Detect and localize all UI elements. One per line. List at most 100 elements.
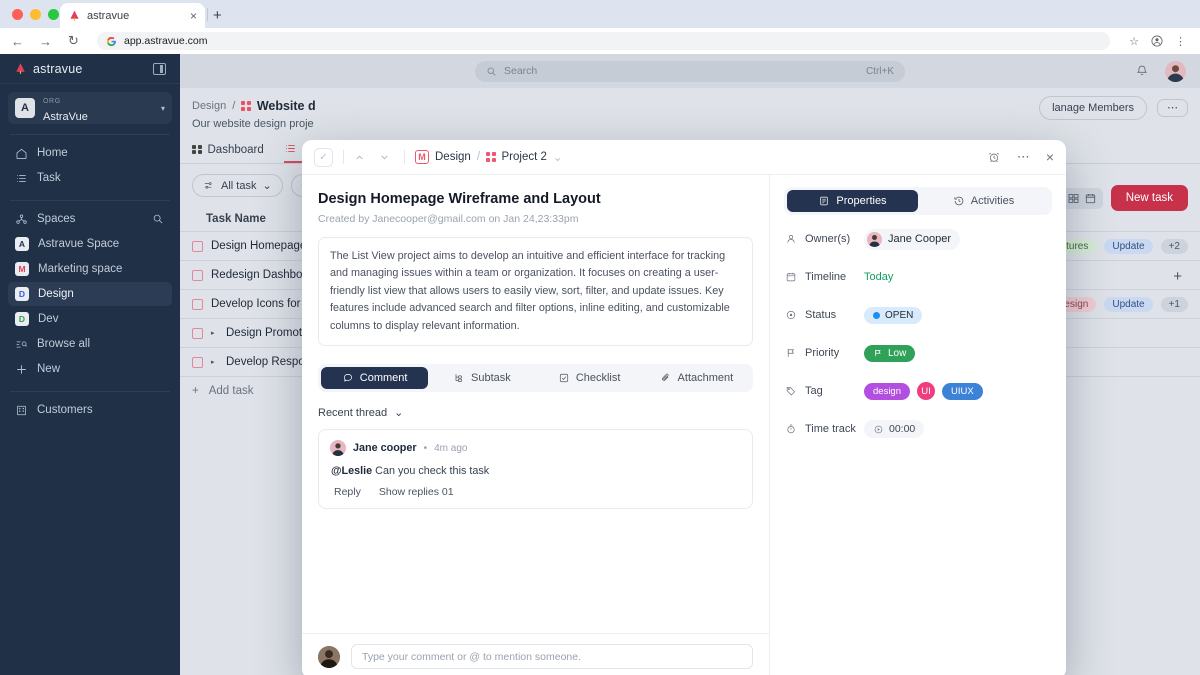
avatar [867,231,882,247]
close-tab-button[interactable]: × [190,10,197,22]
forward-icon[interactable]: → [38,34,53,49]
thread-selector[interactable]: Recent thread ⌄ [302,392,769,420]
tab-checklist[interactable]: Checklist [536,367,643,389]
comment-composer: Type your comment or @ to mention someon… [302,633,769,675]
sidebar-item-customers[interactable]: Customers [8,398,172,422]
sidebar-item-label: Customers [37,404,93,416]
comment-mention[interactable]: @Leslie [331,465,372,477]
expand-row-icon[interactable]: ▸ [211,329,218,337]
address-bar[interactable]: app.astravue.com [97,32,1111,50]
browse-all-icon [15,338,28,351]
expand-row-icon[interactable]: ▸ [211,358,218,366]
browser-tab[interactable]: astravue × [60,3,205,28]
owner-value[interactable]: Jane Cooper [864,228,960,250]
app-sidebar: astravue A ORG AstraVue ▾ Home Task Spac… [0,54,180,675]
tag-badge[interactable]: UI [917,382,935,400]
alarm-clock-icon[interactable] [987,150,1001,164]
sidebar-item-new[interactable]: New [8,357,172,381]
minimize-window-button[interactable] [30,9,41,20]
toggle-sidebar-icon[interactable] [153,62,166,75]
add-column-button[interactable]: + [1173,268,1182,285]
modal-more-button[interactable]: ⋯ [1017,149,1030,165]
close-window-button[interactable] [12,9,23,20]
tab-list-view[interactable] [283,142,303,163]
project-more-button[interactable]: ⋯ [1157,98,1188,118]
sidebar-item-design[interactable]: D Design [8,282,172,306]
row-checkbox[interactable] [192,240,203,252]
task-tag-overflow: +1 [1160,296,1188,312]
manage-members-button[interactable]: lanage Members [1039,96,1147,120]
reply-button[interactable]: Reply [334,486,361,498]
priority-badge[interactable]: Low [864,344,916,362]
user-avatar[interactable] [1165,60,1186,82]
space-badge-icon: M [415,150,429,164]
tab-attachment[interactable]: Attachment [643,367,750,389]
org-switcher[interactable]: A ORG AstraVue ▾ [8,92,172,124]
header-divider [343,150,344,164]
show-replies-button[interactable]: Show replies 01 [379,486,454,498]
search-icon[interactable] [151,213,164,226]
previous-task-icon[interactable] [354,152,369,163]
sidebar-item-label: Marketing space [38,263,123,275]
global-search[interactable]: Search Ctrl+K [475,60,905,82]
status-circle-icon [784,309,797,322]
maximize-window-button[interactable] [48,9,59,20]
timeline-value[interactable]: Today [864,271,893,283]
row-checkbox[interactable] [192,269,203,281]
new-tab-button[interactable]: + [213,7,222,24]
google-icon [106,36,117,47]
task-detail-modal: ✓ M Design / Project 2 ⌄ ⋯ × Design Home… [302,140,1066,675]
time-track-value[interactable]: 00:00 [864,420,925,438]
board-view-icon[interactable] [1067,192,1080,205]
sidebar-item-browse-all[interactable]: Browse all [8,332,172,356]
tab-subtask[interactable]: Subtask [428,367,535,389]
property-status-label-wrap: Status [784,309,864,322]
org-text: ORG AstraVue [43,91,153,125]
row-checkbox[interactable] [192,298,203,310]
modal-breadcrumb: M Design / Project 2 ⌄ [415,150,563,164]
reload-icon[interactable]: ↻ [66,33,81,49]
sidebar-item-astravue-space[interactable]: A Astravue Space [8,232,172,256]
search-input-placeholder: Search [504,65,538,77]
tag-badge[interactable]: design [864,382,910,400]
modal-breadcrumb-project[interactable]: Project 2 [502,151,547,163]
close-icon[interactable]: × [1046,149,1054,165]
sidebar-item-dev[interactable]: D Dev [8,307,172,331]
chevron-down-icon[interactable]: ⌄ [553,150,563,164]
browser-profile-icon[interactable] [1151,35,1163,47]
modal-breadcrumb-space[interactable]: Design [435,151,471,163]
project-grid-icon [241,101,251,111]
tab-label: Properties [836,195,887,207]
chevron-down-icon[interactable]: ▾ [161,104,165,113]
stopwatch-icon [784,423,797,436]
comment-input[interactable]: Type your comment or @ to mention someon… [351,644,753,669]
sidebar-item-marketing-space[interactable]: M Marketing space [8,257,172,281]
tab-properties[interactable]: Properties [787,190,918,212]
notifications-bell-icon[interactable] [1135,64,1149,78]
new-task-button[interactable]: New task [1110,185,1188,211]
back-icon[interactable]: ← [10,34,25,49]
bookmark-star-icon[interactable]: ☆ [1129,35,1139,48]
comment-item: Jane cooper • 4m ago @Leslie Can you che… [318,429,753,510]
tag-badge[interactable]: UIUX [942,382,983,400]
status-badge[interactable]: OPEN [864,306,923,324]
browser-menu-icon[interactable]: ⋮ [1175,35,1186,48]
calendar-view-icon[interactable] [1084,192,1097,205]
tab-activities[interactable]: Activities [918,190,1049,212]
property-priority: Priority Low [784,337,1052,369]
breadcrumb-space[interactable]: Design [192,100,226,112]
tab-dashboard[interactable]: Dashboard [192,144,264,162]
next-task-icon[interactable] [379,152,394,163]
sidebar-item-label: Design [38,288,74,300]
sidebar-item-task[interactable]: Task [8,166,172,190]
row-checkbox[interactable] [192,327,203,339]
sidebar-item-home[interactable]: Home [8,141,172,165]
task-description[interactable]: The List View project aims to develop an… [318,237,753,347]
row-checkbox[interactable] [192,356,203,368]
breadcrumb-project[interactable]: Website d [257,99,316,113]
complete-task-button[interactable]: ✓ [314,147,333,167]
screenshot-root: astravue × + ← → ↻ app.astravue.com ☆ ⋮ [0,0,1200,675]
all-task-filter-button[interactable]: All task ⌄ [192,174,283,197]
tab-comment[interactable]: Comment [321,367,429,390]
flag-icon [873,348,883,358]
